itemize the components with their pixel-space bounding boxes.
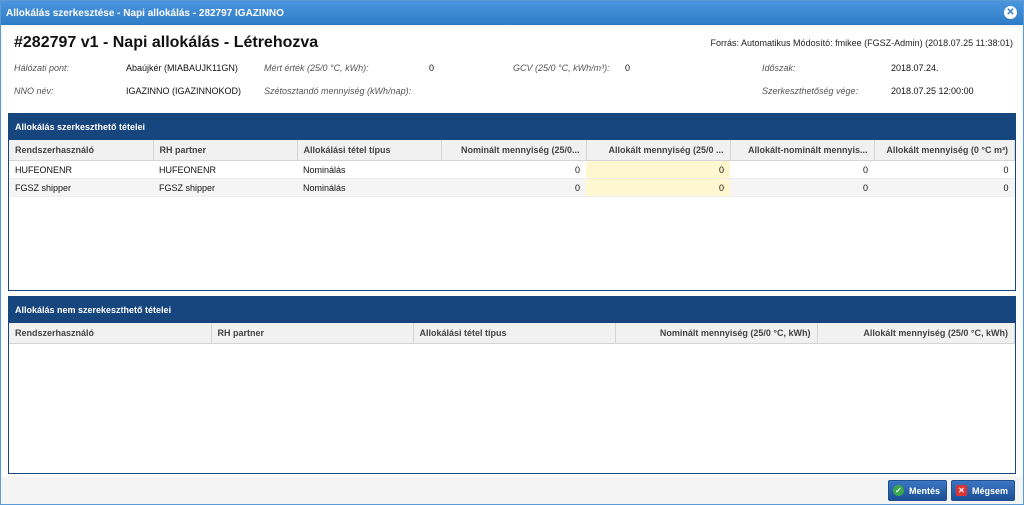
close-icon[interactable]: ✕ <box>1004 6 1017 19</box>
column-header[interactable]: Allokálási tétel típus <box>297 140 442 161</box>
readonly-items-table: Rendszerhasználó RH partner Allokálási t… <box>9 323 1015 344</box>
cell-allocated-m3: 0 <box>874 160 1015 179</box>
cell-nominated: 0 <box>441 178 586 197</box>
editable-items-panel-title: Allokálás szerkeszthető tételei <box>9 114 1015 140</box>
column-header[interactable]: Rendszerhasználó <box>9 323 212 344</box>
measured-value: 0 <box>429 63 435 73</box>
dialog-footer: ✓ Mentés ✕ Mégsem <box>887 480 1015 501</box>
allocation-edit-dialog: Allokálás szerkesztése - Napi allokálás … <box>0 0 1024 505</box>
column-header[interactable]: Rendszerhasználó <box>9 140 154 161</box>
period-value: 2018.07.24. <box>891 63 939 73</box>
distributable-quantity-label: Szétosztandó mennyiség (kWh/nap): <box>264 86 412 96</box>
column-header[interactable]: Allokálási tétel típus <box>413 323 616 344</box>
cell-item-type: Nominálás <box>297 178 441 197</box>
column-header[interactable]: Nominált mennyiség (25/0 °C, kWh) <box>615 323 818 344</box>
cell-allocated-editable[interactable]: 0 <box>586 160 730 179</box>
readonly-items-panel-title: Allokálás nem szerekeszthető tételei <box>9 297 1015 323</box>
save-button-label: Mentés <box>908 485 940 496</box>
editable-items-table: Rendszerhasználó RH partner Allokálási t… <box>9 140 1015 197</box>
cell-allocated-editable[interactable]: 0 <box>586 178 730 197</box>
cell-allocated-m3: 0 <box>874 178 1015 197</box>
dialog-content: #282797 v1 - Napi allokálás - Létrehozva… <box>2 26 1022 477</box>
readonly-items-panel: Allokálás nem szerekeszthető tételei Ren… <box>8 296 1016 474</box>
column-header[interactable]: Nominált mennyiség (25/0... <box>441 140 587 161</box>
column-header[interactable]: Allokált mennyiség (25/0 °C, kWh) <box>817 323 1015 344</box>
measured-value-label: Mért érték (25/0 °C, kWh): <box>264 63 369 73</box>
cancel-button[interactable]: ✕ Mégsem <box>950 480 1015 501</box>
cell-system-user: HUFEONENR <box>9 160 153 179</box>
editable-items-panel: Allokálás szerkeszthető tételei Rendszer… <box>8 113 1016 291</box>
cancel-button-label: Mégsem <box>971 485 1008 496</box>
edit-deadline-label: Szerkeszthetőség vége: <box>762 86 859 96</box>
period-label: Időszak: <box>762 63 796 73</box>
gcv-label: GCV (25/0 °C, kWh/m³): <box>513 63 610 73</box>
column-header[interactable]: Allokált mennyiség (25/0 ... <box>586 140 731 161</box>
page-title: #282797 v1 - Napi allokálás - Létrehozva <box>14 34 319 51</box>
column-header[interactable]: Allokált-nominált mennyis... <box>730 140 875 161</box>
nno-name-value: IGAZINNO (IGAZINNOKOD) <box>126 86 242 96</box>
source-info: Forrás: Automatikus Módosító: fmikee (FG… <box>710 38 1013 48</box>
network-point-label: Hálózati pont: <box>14 63 70 73</box>
network-point-value: Abaújkér (MIABAUJK11GN) <box>126 63 238 73</box>
nno-name-label: NNO név: <box>14 86 54 96</box>
cell-system-user: FGSZ shipper <box>9 178 153 197</box>
table-row[interactable]: HUFEONENR HUFEONENR Nominálás 0 0 0 0 <box>9 160 1015 179</box>
column-header[interactable]: RH partner <box>153 140 298 161</box>
cell-nominated: 0 <box>441 160 586 179</box>
dialog-titlebar: Allokálás szerkesztése - Napi allokálás … <box>1 1 1023 25</box>
table-header-row: Rendszerhasználó RH partner Allokálási t… <box>9 140 1015 161</box>
dialog-title: Allokálás szerkesztése - Napi allokálás … <box>6 7 284 19</box>
cell-rh-partner: FGSZ shipper <box>153 178 297 197</box>
cell-allocated-minus-nominated: 0 <box>730 178 874 197</box>
save-button[interactable]: ✓ Mentés <box>887 480 947 501</box>
gcv-value: 0 <box>625 63 631 73</box>
table-row[interactable]: FGSZ shipper FGSZ shipper Nominálás 0 0 … <box>9 178 1015 197</box>
column-header[interactable]: RH partner <box>211 323 414 344</box>
cell-allocated-minus-nominated: 0 <box>730 160 874 179</box>
table-header-row: Rendszerhasználó RH partner Allokálási t… <box>9 323 1015 344</box>
edit-deadline-value: 2018.07.25 12:00:00 <box>891 86 974 96</box>
cross-icon: ✕ <box>955 485 967 496</box>
check-icon: ✓ <box>892 485 904 496</box>
cell-rh-partner: HUFEONENR <box>153 160 297 179</box>
column-header[interactable]: Allokált mennyiség (0 °C m³) <box>874 140 1015 161</box>
cell-item-type: Nominálás <box>297 160 441 179</box>
